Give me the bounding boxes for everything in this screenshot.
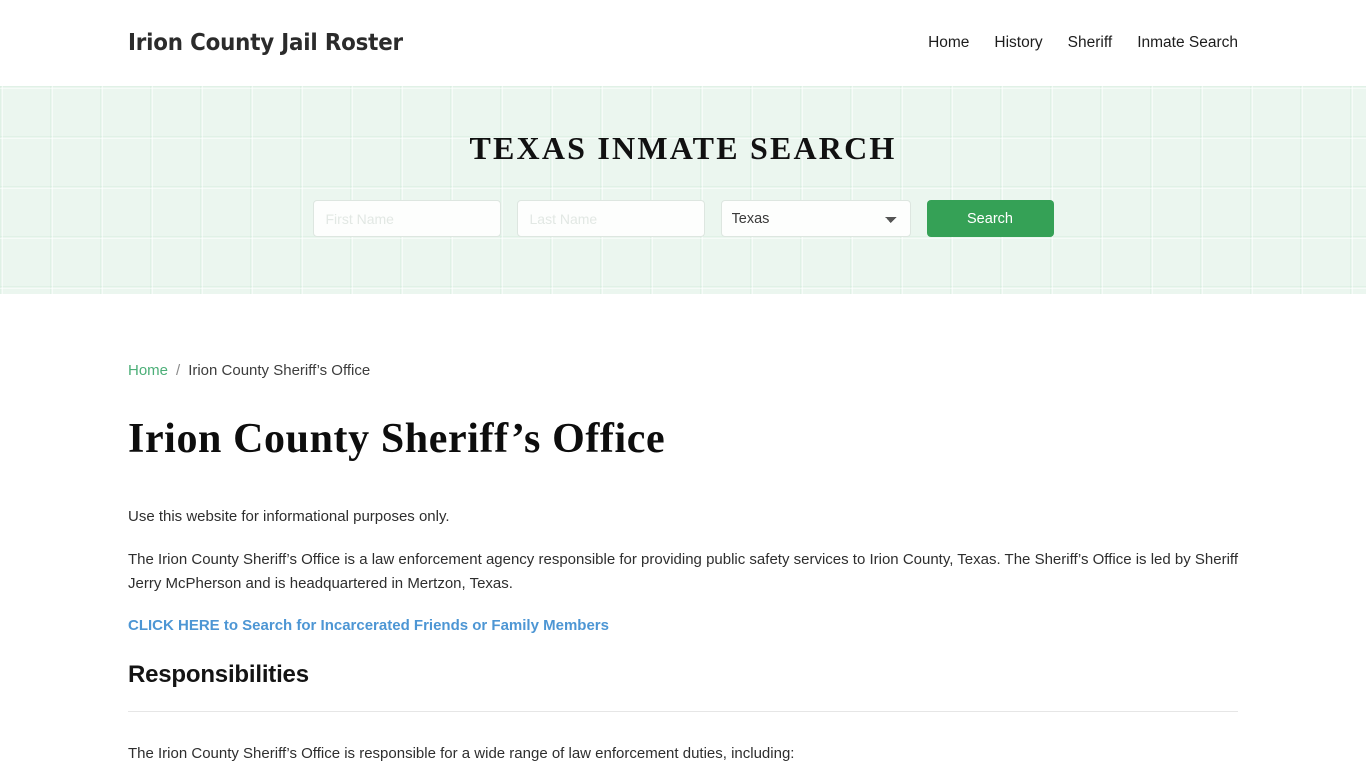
inmate-search-cta-link[interactable]: CLICK HERE to Search for Incarcerated Fr… (128, 617, 609, 634)
nav-item-sheriff[interactable]: Sheriff (1068, 34, 1113, 52)
section-divider (128, 710, 1238, 712)
search-button[interactable]: Search (926, 200, 1054, 237)
nav-item-inmate-search[interactable]: Inmate Search (1137, 34, 1238, 52)
duties-intro: The Irion County Sheriff’s Office is res… (128, 744, 795, 762)
nav-item-history[interactable]: History (994, 34, 1042, 52)
breadcrumb-current: Irion County Sheriff’s Office (188, 362, 371, 379)
hero-title: TEXAS INMATE SEARCH (469, 130, 897, 166)
breadcrumb-link-home[interactable]: Home (128, 362, 168, 379)
breadcrumb-separator: / (176, 362, 181, 379)
site-header: Irion County Jail Roster Home History Sh… (0, 0, 1366, 86)
agency-description: The Irion County Sheriff’s Office is a l… (128, 550, 1238, 592)
inmate-search-form: Texas Search (312, 200, 1054, 237)
main-navigation: Home History Sheriff Inmate Search (928, 34, 1238, 52)
disclaimer-text: Use this website for informational purpo… (128, 508, 450, 526)
breadcrumb: Home / Irion County Sheriff’s Office (128, 362, 1238, 379)
last-name-input[interactable] (516, 200, 705, 237)
hero-search-section: TEXAS INMATE SEARCH Texas Search (0, 86, 1366, 294)
responsibilities-heading: Responsibilities (128, 660, 309, 688)
main-content: Home / Irion County Sheriff’s Office Iri… (128, 294, 1238, 768)
site-brand-link[interactable]: Irion County Jail Roster (128, 30, 403, 56)
first-name-input[interactable] (312, 200, 501, 237)
page-title: Irion County Sheriff’s Office (128, 416, 666, 462)
nav-item-home[interactable]: Home (928, 34, 969, 52)
state-select[interactable]: Texas (720, 200, 911, 237)
